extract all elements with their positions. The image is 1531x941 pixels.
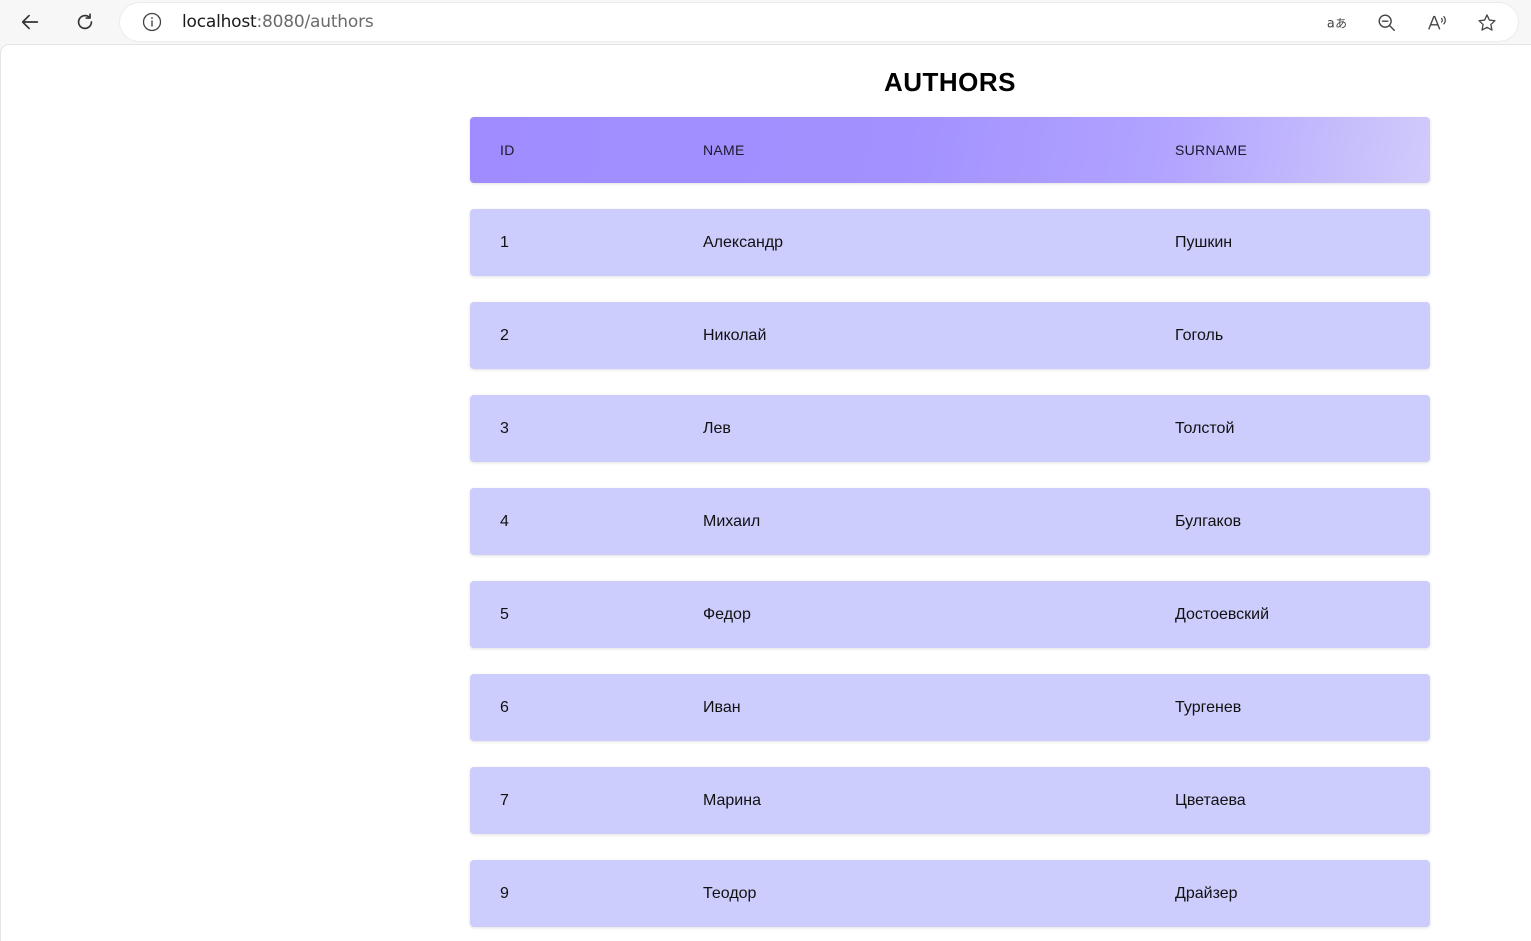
- url-text[interactable]: localhost:8080/authors: [182, 12, 374, 32]
- cell-surname: Цветаева: [1175, 791, 1246, 809]
- column-header-surname: SURNAME: [1175, 142, 1248, 158]
- table-header: ID NAME SURNAME: [470, 117, 1430, 183]
- cell-name: Александр: [703, 233, 784, 251]
- cell-name: Николай: [703, 326, 767, 344]
- svg-text:a: a: [1327, 17, 1335, 32]
- svg-text:あ: あ: [1335, 17, 1347, 31]
- table-row: 1 Александр Пушкин: [470, 209, 1430, 276]
- back-button[interactable]: [15, 7, 45, 37]
- favorite-star-icon: [1478, 14, 1496, 31]
- url-path: :8080/authors: [256, 12, 374, 32]
- cell-id: 4: [500, 512, 509, 530]
- browser-toolbar: localhost:8080/authors a あ: [0, 0, 1531, 44]
- cell-name: Михаил: [703, 512, 761, 530]
- cell-id: 9: [500, 884, 509, 902]
- cell-surname: Достоевский: [1175, 605, 1270, 623]
- cell-name: Лев: [703, 419, 731, 437]
- table-row: 7 Марина Цветаева: [470, 767, 1430, 834]
- cell-surname: Булгаков: [1175, 512, 1242, 530]
- page-viewport: AUTHORS ID NAME SURNAME 1 Александр Пушк…: [1, 45, 1531, 941]
- reload-icon: [77, 13, 93, 30]
- back-arrow-icon: [21, 14, 39, 30]
- reload-button[interactable]: [70, 7, 100, 37]
- cell-surname: Тургенев: [1175, 698, 1242, 716]
- cell-surname: Драйзер: [1175, 884, 1238, 902]
- authors-table: ID NAME SURNAME 1 Александр Пушкин 2 Ник…: [470, 117, 1430, 927]
- cell-surname: Толстой: [1175, 419, 1235, 437]
- translate-button[interactable]: a あ: [1325, 11, 1349, 35]
- cell-name: Иван: [703, 698, 741, 716]
- cell-name: Марина: [703, 791, 761, 809]
- cell-id: 1: [500, 233, 509, 251]
- cell-surname: Гоголь: [1175, 326, 1224, 344]
- table-row: 4 Михаил Булгаков: [470, 488, 1430, 555]
- cell-name: Теодор: [703, 884, 757, 902]
- read-aloud-icon: [1428, 15, 1446, 30]
- translate-icon: a あ: [1327, 17, 1347, 32]
- column-header-id: ID: [500, 142, 515, 158]
- cell-id: 2: [500, 326, 509, 344]
- zoom-out-icon: [1378, 14, 1396, 32]
- cell-id: 6: [500, 698, 509, 716]
- cell-id: 5: [500, 605, 509, 623]
- cell-id: 7: [500, 791, 509, 809]
- table-row: 2 Николай Гоголь: [470, 302, 1430, 369]
- column-header-name: NAME: [703, 142, 745, 158]
- favorite-button[interactable]: [1475, 11, 1499, 35]
- info-icon[interactable]: [142, 12, 162, 32]
- url-host: localhost: [182, 12, 257, 32]
- page-title: AUTHORS: [883, 67, 1017, 97]
- cell-id: 3: [500, 419, 509, 437]
- table-row: 6 Иван Тургенев: [470, 674, 1430, 741]
- table-row: 3 Лев Толстой: [470, 395, 1430, 462]
- table-row: 9 Теодор Драйзер: [470, 860, 1430, 927]
- address-bar[interactable]: localhost:8080/authors a あ: [120, 3, 1518, 41]
- cell-surname: Пушкин: [1175, 233, 1233, 251]
- cell-name: Федор: [703, 605, 751, 623]
- zoom-out-button[interactable]: [1375, 11, 1399, 35]
- read-aloud-button[interactable]: [1425, 11, 1449, 35]
- table-row: 5 Федор Достоевский: [470, 581, 1430, 648]
